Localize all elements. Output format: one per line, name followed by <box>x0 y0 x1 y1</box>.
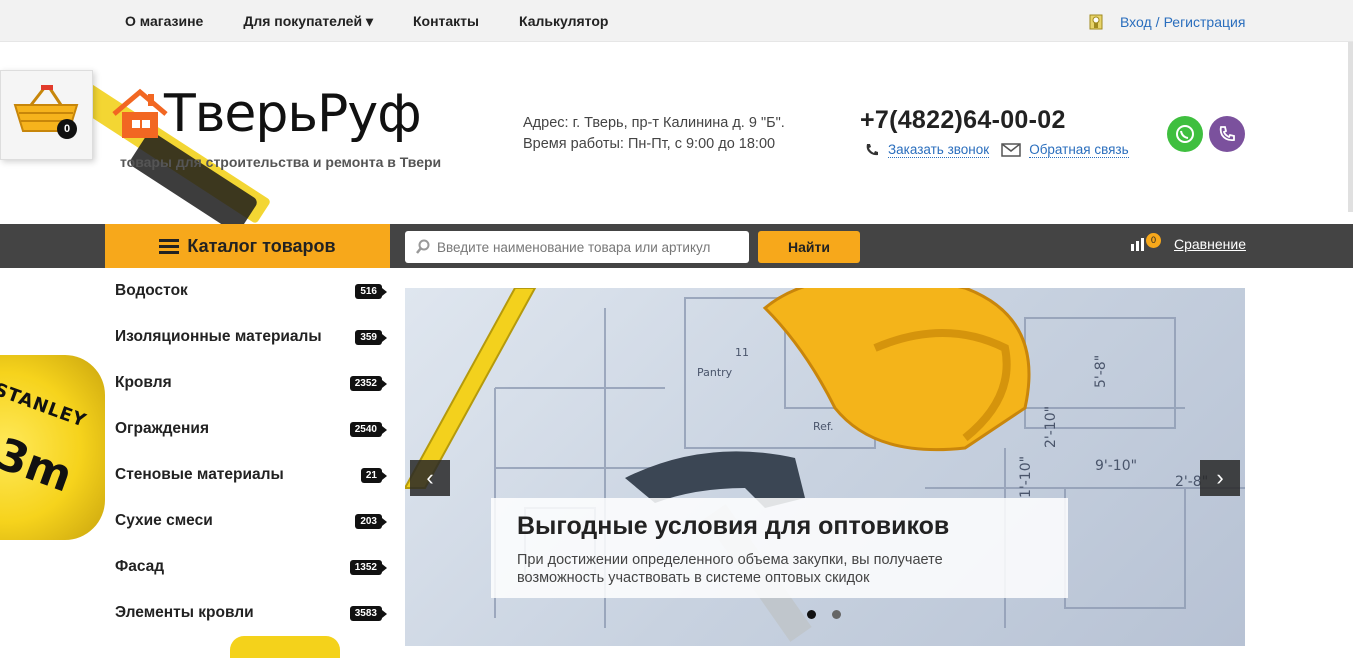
compare-area[interactable]: 0 Сравнение <box>1130 233 1246 252</box>
login-area: Вход / Регистрация <box>1086 12 1245 32</box>
nav-calculator[interactable]: Калькулятор <box>519 13 608 29</box>
key-icon <box>1089 14 1103 30</box>
category-count: 2540 <box>349 421 388 437</box>
cart-count-badge: 0 <box>57 119 77 139</box>
category-name: Ограждения <box>115 420 209 437</box>
phone-number[interactable]: +7(4822)64-00-02 <box>860 106 1066 135</box>
drawing-label: Ref. <box>813 420 834 433</box>
slider-dots <box>807 610 857 619</box>
category-list: Водосток 516 Изоляционные материалы 359 Кр… <box>105 268 390 636</box>
category-count: 203 <box>355 513 387 529</box>
promo-slider: Pantry Ref. 9'-10" 2'-8" 2'-10" 5'-8" 1'… <box>405 288 1245 646</box>
category-item[interactable]: Элементы кровли 3583 <box>105 590 390 636</box>
category-count: 3583 <box>349 605 388 621</box>
search-input[interactable] <box>437 239 737 255</box>
address-text: Адрес: г. Тверь, пр-т Калинина д. 9 "Б". <box>523 115 785 131</box>
scrollbar[interactable] <box>1348 42 1353 212</box>
category-name: Элементы кровли <box>115 604 254 621</box>
nav-contacts[interactable]: Контакты <box>413 13 479 29</box>
house-logo-icon <box>112 88 168 138</box>
whatsapp-icon[interactable] <box>1167 116 1203 152</box>
drawing-label: 2'-10" <box>1043 406 1059 448</box>
logo-tagline: товары для строительства и ремонта в Тве… <box>120 154 442 170</box>
category-item[interactable]: Сухие смеси 203 <box>105 498 390 544</box>
category-name: Сухие смеси <box>115 512 213 529</box>
category-count: 2352 <box>349 375 388 391</box>
category-name: Кровля <box>115 374 172 391</box>
drawing-label: 1'-10" <box>1018 456 1034 498</box>
register-link[interactable]: Регистрация <box>1164 14 1246 30</box>
search-button[interactable]: Найти <box>758 231 860 263</box>
category-item[interactable]: Ограждения 2540 <box>105 406 390 452</box>
nav-about[interactable]: О магазине <box>125 13 203 29</box>
slide-text-line2: возможность участвовать в системе оптовы… <box>517 570 870 586</box>
callback-link[interactable]: Заказать звонок <box>888 142 990 158</box>
drawing-label: 9'-10" <box>1095 458 1137 474</box>
basket-icon <box>13 85 79 132</box>
phone-icon <box>866 144 878 156</box>
slider-prev-button[interactable]: ‹ <box>410 460 450 496</box>
hours-text: Время работы: Пн-Пт, с 9:00 до 18:00 <box>523 136 776 152</box>
search-icon <box>416 239 430 254</box>
category-item[interactable]: Водосток 516 <box>105 268 390 314</box>
category-item[interactable]: Кровля 2352 <box>105 360 390 406</box>
store-info: Адрес: г. Тверь, пр-т Калинина д. 9 "Б".… <box>523 113 785 155</box>
catalog-button[interactable]: Каталог товаров <box>105 224 390 268</box>
slide-text-line1: При достижении определенного объема заку… <box>517 552 943 568</box>
drawing-label: 5'-8" <box>1093 355 1109 388</box>
slider-dot[interactable] <box>832 610 841 619</box>
category-item[interactable]: Стеновые материалы 21 <box>105 452 390 498</box>
slider-next-button[interactable]: › <box>1200 460 1240 496</box>
category-name: Изоляционные материалы <box>115 328 322 345</box>
category-name: Стеновые материалы <box>115 466 284 483</box>
category-count: 1352 <box>349 559 388 575</box>
category-name: Водосток <box>115 282 188 299</box>
logo[interactable]: ТверьРуф товары для строительства и ремо… <box>112 84 441 170</box>
category-count: 21 <box>360 467 388 483</box>
slider-dot-active[interactable] <box>807 610 816 619</box>
viber-icon[interactable] <box>1209 116 1245 152</box>
category-item[interactable]: Фасад 1352 <box>105 544 390 590</box>
drawing-label: 11 <box>735 346 749 359</box>
slide-caption: Выгодные условия для оптовиков При дости… <box>491 498 1068 598</box>
envelope-icon <box>1001 143 1021 157</box>
nav-customers[interactable]: Для покупателей ▾ <box>243 13 373 30</box>
category-count: 359 <box>355 329 387 345</box>
login-link[interactable]: Вход <box>1120 14 1152 30</box>
compare-count-badge: 0 <box>1146 233 1161 248</box>
top-bar: О магазине Для покупателей ▾ Контакты Ка… <box>0 0 1353 42</box>
compare-link[interactable]: Сравнение <box>1174 236 1246 252</box>
feedback-link[interactable]: Обратная связь <box>1029 142 1129 158</box>
catalog-button-label: Каталог товаров <box>187 235 336 256</box>
contact-links: Заказать звонок Обратная связь <box>864 142 1129 158</box>
messengers <box>1167 116 1251 152</box>
login-separator: / <box>1155 14 1160 30</box>
drawing-label: Pantry <box>697 366 733 379</box>
slide-title: Выгодные условия для оптовиков <box>517 512 950 540</box>
cart-widget[interactable]: 0 <box>0 70 93 160</box>
logo-text: ТверьРуф <box>164 84 422 144</box>
decorative-tape-bottom <box>230 636 340 658</box>
category-name: Фасад <box>115 558 165 575</box>
category-count: 516 <box>355 283 387 299</box>
category-item[interactable]: Изоляционные материалы 359 <box>105 314 390 360</box>
hamburger-icon <box>159 239 180 254</box>
top-nav: О магазине Для покупателей ▾ Контакты Ка… <box>125 0 648 42</box>
search-box <box>405 231 749 263</box>
